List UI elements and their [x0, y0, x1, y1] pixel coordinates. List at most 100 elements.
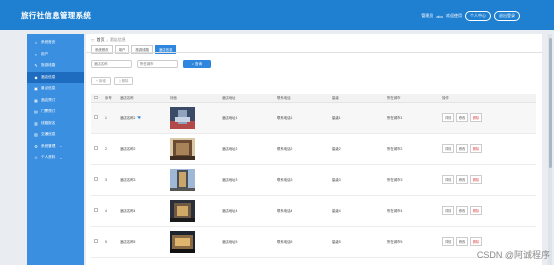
breadcrumb: ♡ 首页 / 酒店信息: [91, 37, 126, 43]
cell-cover: [167, 133, 219, 165]
app-title: 旅行社信息管理系统: [21, 11, 92, 20]
logout-button[interactable]: 退出登录: [494, 11, 520, 21]
column-header: 星级: [329, 94, 384, 103]
detail-button[interactable]: 详情: [442, 206, 455, 215]
row-delete-button[interactable]: 删除: [469, 113, 483, 122]
sidebar-item-ticket[interactable]: ▤ 门票预订: [27, 106, 84, 118]
sidebar-item-label: 线路报名: [41, 120, 56, 125]
cell-ops: 详情 修改 删除: [439, 133, 536, 165]
select-all-checkbox[interactable]: [91, 94, 102, 103]
row-checkbox[interactable]: [91, 226, 102, 258]
divider: [86, 52, 542, 53]
add-button[interactable]: + 新增: [91, 77, 111, 85]
hotel-cover-image: [170, 137, 195, 160]
cell-phone: 联系电话5: [274, 226, 329, 258]
heart-icon: ♡: [91, 37, 95, 43]
sidebar-item-hotel-booking[interactable]: ▦ 酒店预订: [27, 95, 84, 107]
breadcrumb-separator: /: [106, 37, 108, 43]
username: abo: [436, 13, 443, 19]
cell-name: 酒店名称4: [117, 195, 167, 227]
sidebar-item-label: 系统首页: [41, 40, 56, 45]
cell-star: 星级5: [329, 226, 384, 258]
cell-ops: 详情 修改 删除: [439, 102, 536, 134]
transport-icon: ▧: [34, 132, 38, 138]
cell-star: 星级3: [329, 164, 384, 196]
hotel-cover-image: [170, 106, 195, 129]
hotel-cover-image: [170, 168, 195, 191]
row-checkbox[interactable]: [91, 164, 102, 196]
sidebar-item-routes[interactable]: ✎ 旅游线路: [27, 60, 84, 72]
signup-icon: ▥: [34, 120, 38, 126]
table-row: 4 酒店名称4 酒店地址4 联系电话4 星级4 所在城市4 详情 修改 删除: [91, 195, 536, 227]
edit-button[interactable]: 修改: [455, 113, 469, 122]
sidebar-item-label: 交通信息: [41, 132, 56, 137]
action-row: + 新增 ▯ 删除: [91, 77, 134, 85]
cell-address: 酒店地址2: [219, 133, 274, 165]
cell-cover: [167, 164, 219, 196]
cell-ops: 详情 修改 删除: [439, 164, 536, 196]
sidebar-item-label: 酒店信息: [41, 74, 56, 79]
detail-button[interactable]: 详情: [442, 175, 455, 184]
cell-address: 酒店地址5: [219, 226, 274, 258]
cell-phone: 联系电话3: [274, 164, 329, 196]
edit-button[interactable]: 修改: [455, 144, 469, 153]
row-delete-button[interactable]: 删除: [469, 144, 483, 153]
cell-name: 酒店名称2: [117, 133, 167, 165]
sidebar-item-user[interactable]: ▪ 用户: [27, 49, 84, 61]
page-scrollbar[interactable]: [548, 34, 552, 265]
edit-button[interactable]: 修改: [455, 175, 469, 184]
hotel-name-input[interactable]: [91, 60, 132, 68]
profile-icon: ☺: [33, 155, 39, 161]
cell-cover: [167, 226, 219, 258]
detail-button[interactable]: 详情: [442, 237, 455, 246]
ticket-icon: ▤: [34, 109, 38, 115]
cell-name: 酒店名称5: [117, 226, 167, 258]
edit-button[interactable]: 修改: [455, 206, 469, 215]
sidebar-item-label: 个人资料: [41, 155, 56, 160]
delete-button[interactable]: ▯ 删除: [113, 77, 134, 85]
sidebar: ⌂ 系统首页 ▪ 用户 ✎ 旅游线路 ◆ 酒店信息 ▣ 景点信息 ▦ 酒店预订 …: [27, 34, 84, 265]
sidebar-item-hotel[interactable]: ◆ 酒店信息: [27, 71, 84, 83]
cell-address: 酒店地址3: [219, 164, 274, 196]
row-checkbox[interactable]: [91, 133, 102, 165]
plus-icon: +: [96, 78, 98, 83]
breadcrumb-home[interactable]: 首页: [97, 37, 105, 43]
cell-city: 所在城市3: [384, 164, 439, 196]
scenic-icon: ▣: [34, 86, 38, 92]
delete-button-label: 删除: [121, 79, 129, 84]
row-delete-button[interactable]: 删除: [469, 206, 483, 215]
profile-button[interactable]: 个人中心: [465, 11, 491, 21]
city-input[interactable]: [137, 60, 178, 68]
row-delete-button[interactable]: 删除: [469, 237, 483, 246]
settings-icon: ⚙: [34, 143, 38, 149]
sidebar-item-profile[interactable]: ☺ 个人资料 ⌄: [27, 152, 84, 164]
row-delete-button[interactable]: 删除: [469, 175, 483, 184]
sidebar-item-home[interactable]: ⌂ 系统首页: [27, 37, 84, 49]
cell-name: 酒店名称1 ☚: [117, 102, 167, 134]
sidebar-item-scenic[interactable]: ▣ 景点信息: [27, 83, 84, 95]
cell-ops: 详情 修改 删除: [439, 195, 536, 227]
route-icon: ✎: [34, 63, 38, 69]
edit-button[interactable]: 修改: [455, 237, 469, 246]
row-checkbox[interactable]: [91, 102, 102, 134]
detail-button[interactable]: 详情: [442, 113, 455, 122]
search-button[interactable]: ⌕ 查询: [183, 60, 211, 68]
cell-address: 酒店地址4: [219, 195, 274, 227]
cell-index: 4: [102, 195, 117, 227]
cell-star: 星级1: [329, 102, 384, 134]
trash-icon: ▯: [118, 78, 121, 83]
hotel-table: 序号 酒店名称 封面 酒店地址 联系电话 星级 所在城市 操作 1 酒店名称1 …: [91, 94, 536, 258]
pointer-icon: ☚: [136, 114, 141, 121]
header-user-area: 管理员 abo 欢迎使用 个人中心 退出登录: [421, 11, 520, 21]
detail-button[interactable]: 详情: [442, 144, 455, 153]
sidebar-item-system[interactable]: ⚙ 系统管理 ⌄: [27, 141, 84, 153]
scrollbar-thumb[interactable]: [548, 38, 552, 168]
sidebar-item-label: 门票预订: [41, 109, 56, 114]
table-header: 序号 酒店名称 封面 酒店地址 联系电话 星级 所在城市 操作: [91, 94, 536, 103]
sidebar-item-transport[interactable]: ▧ 交通信息: [27, 129, 84, 141]
cell-index: 2: [102, 133, 117, 165]
row-checkbox[interactable]: [91, 195, 102, 227]
sidebar-item-signup[interactable]: ▥ 线路报名: [27, 118, 84, 130]
cell-cover: [167, 102, 219, 134]
breadcrumb-current: 酒店信息: [109, 37, 126, 42]
